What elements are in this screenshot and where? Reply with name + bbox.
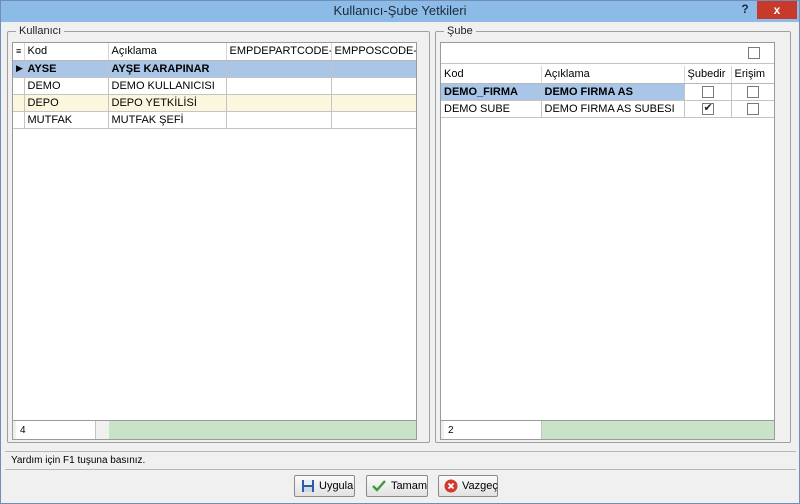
sube-table: Kod Açıklama Şubedir Erişim DEMO_FIRMA D… [441,66,774,118]
erisim-checkbox[interactable] [746,85,759,98]
apply-label: Uygula [319,480,354,492]
apply-button[interactable]: Uygula [294,475,355,497]
cell-subedir [684,83,732,101]
cancel-icon [444,479,458,494]
cell-kod[interactable]: DEMO [24,77,109,95]
kullanici-legend: Kullanıcı [16,25,65,37]
cell-kod[interactable]: AYSE [24,60,109,78]
subedir-checkbox[interactable] [701,101,714,115]
column-menu-icon[interactable]: ≡ [13,43,25,61]
table-row[interactable]: DEPO DEPO YETKİLİSİ [13,94,416,112]
cell-subedir [684,100,732,118]
save-icon [300,479,315,494]
row-indicator [13,77,25,95]
column-header-empdepartcode[interactable]: EMPDEPARTCODE- [226,43,332,61]
cell-pos[interactable] [331,77,416,95]
cancel-button[interactable]: Vazgeç [438,475,498,497]
status-bar: Yardım için F1 tuşuna basınız. [5,451,796,470]
cell-pos[interactable] [331,111,416,129]
select-all-checkbox[interactable] [748,47,760,59]
cell-pos[interactable] [331,94,416,112]
dialog-window: Kullanıcı-Şube Yetkileri ? x Kullanıcı ≡… [0,0,800,504]
cell-dept[interactable] [226,77,332,95]
ok-label: Tamam [390,480,427,492]
cell-kod[interactable]: MUTFAK [24,111,109,129]
sube-legend: Şube [444,25,476,37]
filter-row [441,43,774,64]
column-header-subedir[interactable]: Şubedir [684,66,732,84]
content-area: Kullanıcı ≡ Kod Açıklama EMPDEPARTCODE- … [5,25,796,445]
cell-kod[interactable]: DEPO [24,94,109,112]
table-row[interactable]: DEMO_FIRMA DEMO FIRMA AS [441,83,774,101]
cell-aciklama[interactable]: DEPO YETKİLİSİ [108,94,227,112]
kullanici-footer: 4 [13,420,416,439]
erisim-checkbox[interactable] [746,102,759,115]
cell-kod[interactable]: DEMO SUBE [441,100,542,118]
column-header-empposcode[interactable]: EMPPOSCODE- [331,43,416,61]
row-indicator [13,111,25,129]
kullanici-grid[interactable]: ≡ Kod Açıklama EMPDEPARTCODE- EMPPOSCODE… [12,42,417,440]
subedir-checkbox[interactable] [701,85,714,98]
help-button[interactable]: ? [736,1,754,19]
title-bar: Kullanıcı-Şube Yetkileri ? x [1,1,799,22]
column-header-aciklama[interactable]: Açıklama [541,66,685,84]
kullanici-header-row: ≡ Kod Açıklama EMPDEPARTCODE- EMPPOSCODE… [13,43,416,61]
sube-header-row: Kod Açıklama Şubedir Erişim [441,66,774,84]
table-row[interactable]: DEMO SUBE DEMO FIRMA AS SUBESI [441,100,774,118]
table-row[interactable]: DEMO DEMO KULLANICISI [13,77,416,95]
kullanici-group: Kullanıcı ≡ Kod Açıklama EMPDEPARTCODE- … [7,25,430,443]
ok-button[interactable]: Tamam [366,475,428,497]
column-header-erisim[interactable]: Erişim [731,66,774,84]
table-row[interactable]: MUTFAK MUTFAK ŞEFİ [13,111,416,129]
cell-aciklama[interactable]: DEMO KULLANICISI [108,77,227,95]
cell-kod[interactable]: DEMO_FIRMA [441,83,542,101]
cell-erisim [731,83,774,101]
column-header-aciklama[interactable]: Açıklama [108,43,227,61]
sube-grid[interactable]: Kod Açıklama Şubedir Erişim DEMO_FIRMA D… [440,42,775,440]
footer-summary-bar [109,421,416,439]
cell-pos[interactable] [331,60,416,78]
footer-summary-bar [542,421,774,439]
record-count: 4 [16,421,96,439]
cell-dept[interactable] [226,60,332,78]
table-row[interactable]: ▶ AYSE AYŞE KARAPINAR [13,60,416,78]
row-indicator-icon: ▶ [13,60,25,78]
column-header-kod[interactable]: Kod [441,66,542,84]
sube-footer: 2 [441,420,774,439]
row-indicator [13,94,25,112]
cancel-label: Vazgeç [462,480,498,492]
window-title: Kullanıcı-Şube Yetkileri [333,3,467,18]
cell-aciklama[interactable]: AYŞE KARAPINAR [108,60,227,78]
kullanici-table: ≡ Kod Açıklama EMPDEPARTCODE- EMPPOSCODE… [13,43,416,129]
sube-group: Şube Kod Açıklama Şubedir Erişim DEMO_FI… [435,25,791,443]
record-count: 2 [444,421,542,439]
cell-aciklama[interactable]: DEMO FIRMA AS [541,83,685,101]
cell-dept[interactable] [226,111,332,129]
cell-erisim [731,100,774,118]
cell-dept[interactable] [226,94,332,112]
column-header-kod[interactable]: Kod [24,43,109,61]
close-button[interactable]: x [757,1,797,19]
cell-aciklama[interactable]: DEMO FIRMA AS SUBESI [541,100,685,118]
cell-aciklama[interactable]: MUTFAK ŞEFİ [108,111,227,129]
check-icon [372,479,387,494]
